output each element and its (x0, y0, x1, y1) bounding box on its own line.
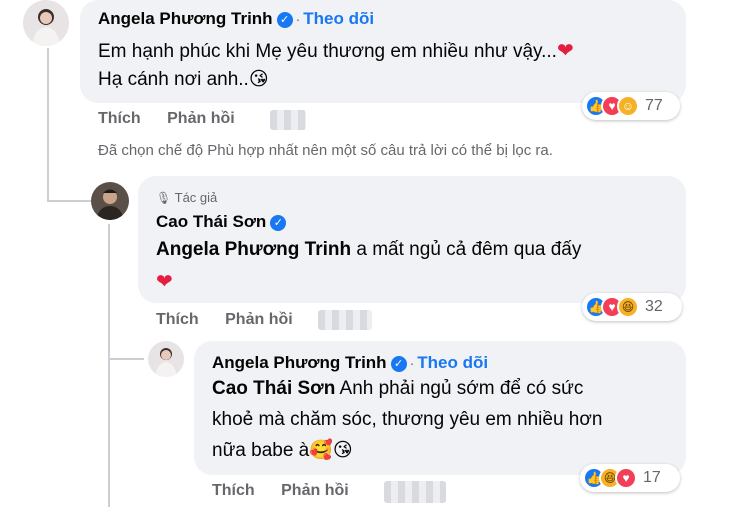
comment-text: Hạ cánh nơi anh..😘 (98, 64, 269, 96)
reply-line: khoẻ mà chăm sóc, thương yêu em nhiều hơ… (212, 409, 603, 430)
reply-text: khoẻ mà chăm sóc, thương yêu em nhiều hơ… (212, 404, 602, 436)
haha-icon: 😆 (617, 296, 639, 318)
timestamp[interactable] (318, 310, 372, 330)
reaction-count: 32 (645, 298, 663, 315)
author-tag: 🎙 Tác giả (156, 190, 217, 206)
author-name[interactable]: Angela Phương Trinh (212, 353, 387, 372)
care-icon: ☺ (617, 95, 639, 117)
avatar[interactable] (23, 0, 69, 46)
follow-button[interactable]: Theo dõi (417, 353, 488, 372)
reply-actions: Thích Phản hồi (156, 311, 293, 329)
thread-line (47, 200, 92, 202)
verified-badge-icon: ✓ (270, 215, 287, 231)
comment-line: Em hạnh phúc khi Mẹ yêu thương em nhiều … (98, 41, 557, 62)
author-name[interactable]: Cao Thái Sơn (156, 212, 266, 231)
thread-line (47, 48, 49, 200)
mention-link[interactable]: Cao Thái Sơn (212, 378, 335, 399)
verified-badge-icon: ✓ (390, 356, 407, 372)
reply-button[interactable]: Phản hồi (167, 110, 235, 127)
author-badge-icon: 🎙 (156, 191, 172, 205)
reply-button[interactable]: Phản hồi (281, 482, 349, 499)
comment-actions: Thích Phản hồi (98, 110, 235, 128)
heart-icon: ❤ (556, 40, 574, 62)
reply-header: Angela Phương Trinh ✓ · Theo dõi (212, 352, 488, 374)
separator-dot: · (295, 11, 301, 27)
reply-text: Angela Phương Trinh a mất ngủ cả đêm qua… (156, 234, 581, 266)
author-tag-label: Tác giả (174, 190, 218, 205)
reply-actions: Thích Phản hồi (212, 482, 349, 500)
love-icon: ♥ (615, 467, 637, 489)
follow-button[interactable]: Theo dõi (303, 9, 374, 28)
comment-header: Angela Phương Trinh ✓ · Theo dõi (98, 8, 374, 30)
heart-icon: ❤ (156, 271, 173, 293)
reply-header: Cao Thái Sơn ✓ (156, 211, 287, 233)
reply-button[interactable]: Phản hồi (225, 311, 293, 328)
filter-notice: Đã chọn chế độ Phù hợp nhất nên một số c… (98, 142, 553, 159)
avatar[interactable] (148, 341, 184, 377)
emoji-icon: 🥰😘 (309, 440, 353, 461)
like-button[interactable]: Thích (212, 482, 255, 499)
reaction-count: 17 (643, 469, 661, 486)
thread-line (108, 358, 144, 360)
reply-text: nữa babe à🥰😘 (212, 435, 353, 467)
comment-line: Hạ cánh nơi anh.. (98, 69, 249, 90)
reply-text: Cao Thái Sơn Anh phải ngủ sớm để có sức (212, 373, 583, 405)
separator-dot: · (409, 355, 415, 371)
reaction-summary[interactable]: 👍 ♥ 😆 32 (582, 293, 682, 321)
reaction-summary[interactable]: 👍 😆 ♥ 17 (580, 464, 680, 492)
reply-line: a mất ngủ cả đêm qua đấy (351, 239, 582, 260)
reaction-count: 77 (645, 97, 663, 114)
like-button[interactable]: Thích (98, 110, 141, 127)
reaction-summary[interactable]: 👍 ♥ ☺ 77 (582, 92, 680, 120)
kiss-emoji-icon: 😘 (248, 69, 269, 90)
timestamp[interactable] (384, 481, 446, 503)
verified-badge-icon: ✓ (276, 12, 293, 28)
mention-link[interactable]: Angela Phương Trinh (156, 239, 351, 260)
reply-line: Anh phải ngủ sớm để có sức (335, 378, 584, 399)
thread-line (108, 224, 110, 507)
author-name[interactable]: Angela Phương Trinh (98, 9, 273, 28)
reply-line: nữa babe à (212, 440, 310, 461)
avatar[interactable] (91, 182, 129, 220)
like-button[interactable]: Thích (156, 311, 199, 328)
timestamp[interactable] (270, 110, 306, 130)
